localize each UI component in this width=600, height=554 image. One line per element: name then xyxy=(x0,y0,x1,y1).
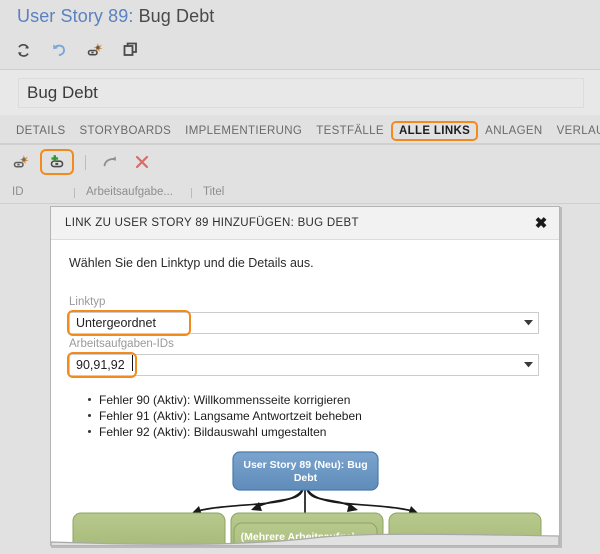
dialog-bottom-curve xyxy=(51,521,559,545)
tab-alle-links[interactable]: ALLE LINKS xyxy=(390,120,479,141)
tab-details[interactable]: DETAILS xyxy=(9,122,73,140)
work-item-ids-value: 90,91,92 xyxy=(76,358,125,372)
copy-icon[interactable] xyxy=(118,38,144,62)
dialog-titlebar: LINK ZU USER STORY 89 HINZUFÜGEN: BUG DE… xyxy=(51,207,559,240)
tab-anlagen[interactable]: ANLAGEN xyxy=(478,122,549,140)
text-cursor xyxy=(132,355,133,371)
close-icon[interactable]: ✖ xyxy=(531,213,551,233)
work-item-ids-label: Arbeitsaufgaben-IDs xyxy=(69,338,174,350)
svg-text:Debt: Debt xyxy=(294,472,318,484)
resolved-work-items-list: Fehler 90 (Aktiv): Willkommensseite korr… xyxy=(83,392,362,440)
column-header-work-item-type[interactable]: Arbeitsaufgabe... xyxy=(74,186,191,198)
link-type-label: Linktyp xyxy=(69,296,106,308)
toolbar-separator xyxy=(85,154,86,170)
work-item-ids-combobox[interactable]: 90,91,92 xyxy=(69,354,539,376)
svg-text:User Story 89 (Neu): Bug: User Story 89 (Neu): Bug xyxy=(243,459,367,471)
tab-implementierung[interactable]: IMPLEMENTIERUNG xyxy=(178,122,309,140)
add-link-icon[interactable] xyxy=(40,149,74,175)
column-header-title[interactable]: Titel xyxy=(191,186,403,198)
dialog-body: Wählen Sie den Linktyp und die Details a… xyxy=(51,240,559,545)
page-title: User Story 89: Bug Debt xyxy=(17,6,214,27)
new-linked-work-item-icon[interactable] xyxy=(8,150,34,174)
header-toolbar xyxy=(10,36,144,64)
delete-link-icon[interactable] xyxy=(129,150,155,174)
work-item-form: User Story 89: Bug Debt Bug Debt DETAILS… xyxy=(0,0,600,554)
links-toolbar xyxy=(0,146,600,178)
links-grid-header: ID Arbeitsaufgabe... Titel xyxy=(0,180,600,204)
list-item: Fehler 90 (Aktiv): Willkommensseite korr… xyxy=(88,392,362,408)
tab-underline xyxy=(0,143,600,145)
list-item: Fehler 91 (Aktiv): Langsame Antwortzeit … xyxy=(88,409,362,423)
title-row: Bug Debt xyxy=(0,70,600,115)
open-link-icon[interactable] xyxy=(97,150,123,174)
work-item-id: User Story 89 xyxy=(17,6,129,26)
tab-storyboards[interactable]: STORYBOARDS xyxy=(73,122,179,140)
list-item: Fehler 92 (Aktiv): Bildauswahl umgestalt… xyxy=(88,424,362,440)
work-item-header: User Story 89: Bug Debt xyxy=(0,0,600,70)
dialog-title: LINK ZU USER STORY 89 HINZUFÜGEN: BUG DE… xyxy=(65,217,359,229)
tab-strip: DETAILS STORYBOARDS IMPLEMENTIERUNG TEST… xyxy=(0,117,600,144)
refresh-icon[interactable] xyxy=(10,38,36,62)
chevron-down-icon[interactable] xyxy=(518,362,538,368)
link-type-combobox[interactable]: Untergeordnet xyxy=(69,312,539,334)
add-link-dialog: LINK ZU USER STORY 89 HINZUFÜGEN: BUG DE… xyxy=(50,206,560,546)
grid-header-divider xyxy=(0,203,600,204)
tab-testfaelle[interactable]: TESTFÄLLE xyxy=(309,122,391,140)
undo-icon[interactable] xyxy=(46,38,72,62)
work-item-title-input[interactable]: Bug Debt xyxy=(18,78,584,108)
link-type-value: Untergeordnet xyxy=(76,316,156,330)
tab-verlaufsgeschichte[interactable]: VERLAUFSGESCHICHTE xyxy=(550,122,600,140)
link-icon[interactable] xyxy=(82,38,108,62)
dialog-instruction: Wählen Sie den Linktyp und die Details a… xyxy=(69,256,314,270)
column-header-id[interactable]: ID xyxy=(0,186,74,198)
title-separator: : xyxy=(128,6,134,26)
work-item-name: Bug Debt xyxy=(138,6,215,26)
chevron-down-icon[interactable] xyxy=(518,320,538,326)
